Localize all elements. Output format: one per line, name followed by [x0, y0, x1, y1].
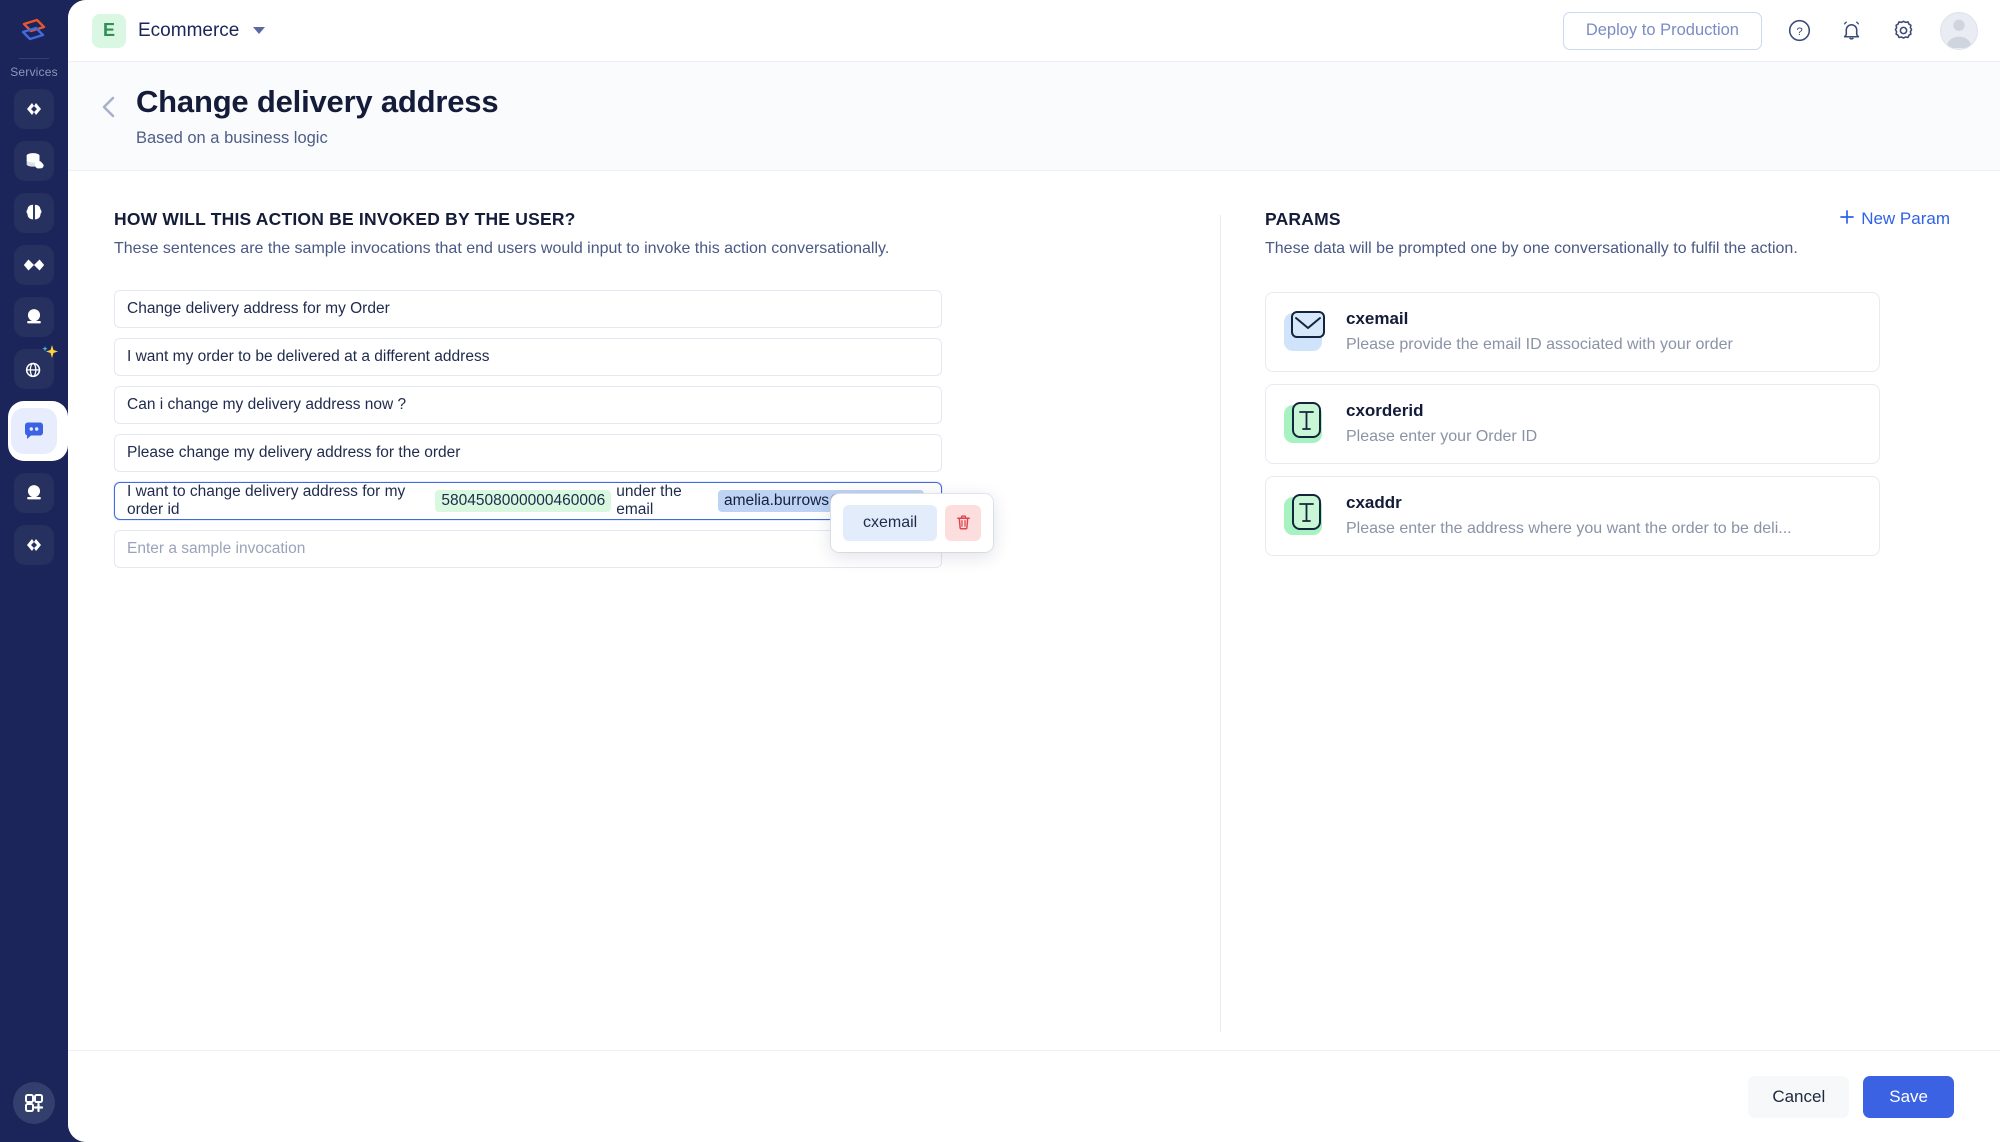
page-header-text: Change delivery address Based on a busin… [136, 84, 499, 148]
code-brackets-icon [27, 539, 41, 551]
project-switcher[interactable]: E Ecommerce [92, 13, 266, 48]
text-type-icon [1284, 401, 1330, 447]
sidebar-item-service-flow[interactable] [14, 245, 54, 285]
param-description: Please enter your Order ID [1346, 427, 1538, 445]
params-panel: PARAMS New Param These data will be prom… [1221, 171, 2000, 1050]
invocation-text: I want my order to be delivered at a dif… [127, 347, 490, 365]
invocation-text: Please change my delivery address for th… [127, 443, 461, 461]
invocation-text: Can i change my delivery address now ? [127, 395, 407, 413]
project-name: Ecommerce [138, 19, 240, 41]
add-new-param-label: New Param [1861, 209, 1950, 229]
new-invocation-input[interactable]: Enter a sample invocation [114, 529, 942, 568]
invocation-row[interactable]: Can i change my delivery address now ? [114, 385, 942, 424]
param-card-text: cxemail Please provide the email ID asso… [1346, 309, 1733, 354]
avatar[interactable] [1940, 11, 1978, 50]
param-name: cxemail [1346, 308, 1409, 328]
sidebar-item-service-datastore[interactable] [14, 141, 54, 181]
svg-text:?: ? [1796, 26, 1802, 38]
text-type-icon [1284, 493, 1330, 539]
left-sidebar: Services [0, 0, 68, 1142]
invocation-middle-text: under the email [616, 482, 682, 518]
page-header: Change delivery address Based on a busin… [68, 62, 2000, 171]
sidebar-item-service-conversations[interactable] [0, 401, 68, 461]
project-avatar: E [92, 13, 126, 48]
invocations-panel: HOW WILL THIS ACTION BE INVOKED BY THE U… [68, 171, 1220, 1050]
new-invocation-placeholder: Enter a sample invocation [127, 539, 306, 557]
invocation-row[interactable]: I want my order to be delivered at a dif… [114, 337, 942, 376]
invocations-section-title: HOW WILL THIS ACTION BE INVOKED BY THE U… [114, 208, 576, 229]
entity-param-chip[interactable]: cxemail [843, 504, 938, 541]
brain-icon [26, 204, 42, 220]
invocation-row[interactable]: Please change my delivery address for th… [114, 433, 942, 472]
param-description: Please provide the email ID associated w… [1346, 335, 1733, 353]
invocation-row[interactable]: Change delivery address for my Order [114, 289, 942, 328]
app-root: Services E Ecommerce Deploy to Productio… [0, 0, 2000, 1142]
invocation-prefix-text: I want to change delivery address for my… [127, 482, 406, 518]
sidebar-divider [19, 58, 49, 59]
help-circle-icon[interactable]: ? [1784, 16, 1814, 46]
sparkle-icon [40, 343, 60, 368]
invocation-list: Change delivery address for my Order I w… [114, 289, 942, 568]
chevron-left-icon[interactable] [92, 90, 126, 124]
add-new-param-button[interactable]: New Param [1839, 209, 1950, 230]
params-header: PARAMS New Param [1265, 209, 1950, 230]
params-section-desc: These data will be prompted one by one c… [1265, 239, 1798, 257]
envelope-icon [1284, 309, 1330, 355]
param-description: Please enter the address where you want … [1346, 519, 1792, 537]
crystal-ball-icon [27, 485, 41, 500]
sidebar-item-service-code[interactable] [14, 89, 54, 129]
sidebar-items [0, 89, 68, 565]
invocation-row-focused[interactable]: I want to change delivery address for my… [114, 481, 942, 520]
zoho-logo-icon[interactable] [12, 10, 56, 54]
entity-popup: cxemail [831, 493, 994, 552]
page-title: Change delivery address [136, 84, 499, 119]
sidebar-item-service-functions[interactable] [14, 525, 54, 565]
database-cloud-icon [26, 153, 44, 169]
param-card-text: cxorderid Please enter your Order ID [1346, 401, 1537, 446]
settings-gear-icon[interactable] [1888, 16, 1918, 46]
chevron-down-icon [253, 27, 266, 34]
top-bar: E Ecommerce Deploy to Production ? [68, 0, 2000, 62]
invocation-text: Change delivery address for my Order [127, 299, 390, 317]
param-name: cxorderid [1346, 400, 1424, 420]
top-bar-actions: Deploy to Production ? [1562, 11, 1978, 50]
param-card[interactable]: cxemail Please provide the email ID asso… [1265, 291, 1880, 372]
cancel-button[interactable]: Cancel [1748, 1075, 1850, 1118]
sidebar-section-label: Services [10, 65, 58, 79]
sidebar-item-service-predict[interactable] [14, 297, 54, 337]
deploy-to-production-button[interactable]: Deploy to Production [1562, 11, 1762, 50]
page-body: HOW WILL THIS ACTION BE INVOKED BY THE U… [68, 170, 2000, 1050]
save-button[interactable]: Save [1863, 1075, 1954, 1118]
chat-bubble-icon [25, 422, 43, 439]
page-subtitle: Based on a business logic [136, 128, 328, 147]
param-card-text: cxaddr Please enter the address where yo… [1346, 493, 1792, 538]
entity-order-id[interactable]: 5804508000000460006 [435, 489, 612, 512]
params-section-title: PARAMS [1265, 208, 1341, 229]
param-list: cxemail Please provide the email ID asso… [1265, 291, 1880, 556]
main-shell: E Ecommerce Deploy to Production ? Chang… [68, 0, 2000, 1142]
plus-icon [1839, 209, 1855, 230]
invocations-section-desc: These sentences are the sample invocatio… [114, 239, 890, 257]
footer-action-bar: Cancel Save [68, 1050, 2000, 1142]
crystal-ball-icon [27, 309, 41, 324]
sidebar-item-service-web-ai[interactable] [14, 345, 58, 389]
notification-bell-icon[interactable] [1836, 16, 1866, 46]
infinity-icon [23, 259, 45, 271]
code-brackets-icon [27, 103, 41, 115]
param-card[interactable]: cxorderid Please enter your Order ID [1265, 383, 1880, 464]
active-pill [11, 408, 57, 454]
apps-grid-plus-icon[interactable] [13, 1082, 55, 1124]
trash-icon[interactable] [945, 504, 982, 541]
param-name: cxaddr [1346, 492, 1402, 512]
sidebar-item-service-ai[interactable] [14, 193, 54, 233]
param-card[interactable]: cxaddr Please enter the address where yo… [1265, 475, 1880, 556]
sidebar-item-service-insights[interactable] [14, 473, 54, 513]
